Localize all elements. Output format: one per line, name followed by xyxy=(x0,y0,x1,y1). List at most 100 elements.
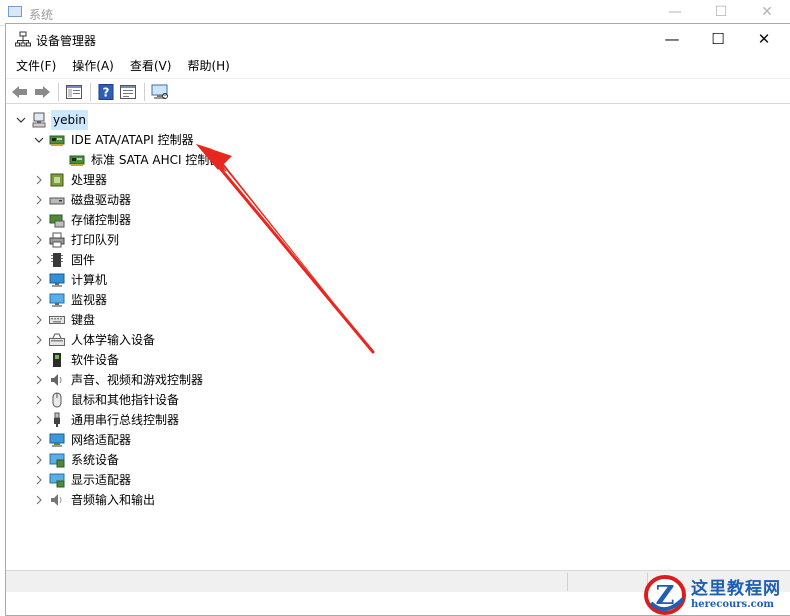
scan-hardware-button[interactable] xyxy=(150,82,170,102)
tree-category[interactable]: 系统设备 xyxy=(33,450,121,470)
firmware-icon xyxy=(49,252,65,268)
toolbar-separator xyxy=(144,83,145,101)
chevron-right-icon xyxy=(36,395,42,405)
back-button[interactable] xyxy=(10,82,30,102)
tree-category[interactable]: 显示适配器 xyxy=(33,470,133,490)
tree-item-label: 显示适配器 xyxy=(71,473,132,487)
tree-expander[interactable] xyxy=(33,230,45,250)
tree-category[interactable]: 通用串行总线控制器 xyxy=(33,410,181,430)
device-manager-app-icon xyxy=(15,31,31,47)
tree-expander[interactable] xyxy=(33,270,45,290)
keyboard-icon xyxy=(49,312,65,328)
tree-category[interactable]: 鼠标和其他指针设备 xyxy=(33,390,181,410)
chevron-right-icon xyxy=(36,475,42,485)
tree-expander[interactable] xyxy=(33,430,45,450)
tree-category[interactable]: 处理器 xyxy=(33,170,109,190)
tree-category[interactable]: 打印队列 xyxy=(33,230,121,250)
chevron-right-icon xyxy=(36,215,42,225)
toolbar-separator xyxy=(90,83,91,101)
tree-category[interactable]: IDE ATA/ATAPI 控制器 xyxy=(33,130,196,150)
chevron-right-icon xyxy=(36,295,42,305)
tree-expander[interactable] xyxy=(33,350,45,370)
background-minimize-button[interactable]: — xyxy=(652,2,698,22)
tree-category[interactable]: 软件设备 xyxy=(33,350,121,370)
tree-item-label: 声音、视频和游戏控制器 xyxy=(71,373,204,387)
maximize-button[interactable]: ☐ xyxy=(695,24,741,54)
tree-root-computer[interactable]: yebin xyxy=(15,110,89,130)
device-tree[interactable]: yebin IDE ATA/ATAPI 控制器 标准 SATA AHCI 控制器处理… xyxy=(7,106,788,569)
tree-item-label: 系统设备 xyxy=(71,453,120,467)
tree-item-label: 鼠标和其他指针设备 xyxy=(71,393,180,407)
tree-expander[interactable] xyxy=(33,210,45,230)
tree-expander[interactable] xyxy=(15,110,27,130)
watermark-text-en: herecours.com xyxy=(691,598,775,610)
tree-category[interactable]: 声音、视频和游戏控制器 xyxy=(33,370,205,390)
minimize-button[interactable]: — xyxy=(649,24,695,54)
ide-controller-icon xyxy=(49,132,65,148)
show-hide-console-tree-button[interactable] xyxy=(64,82,84,102)
properties-icon xyxy=(120,85,136,99)
tree-category[interactable]: 人体学输入设备 xyxy=(33,330,157,350)
properties-button[interactable] xyxy=(118,82,138,102)
forward-arrow-icon xyxy=(35,86,50,98)
forward-button[interactable] xyxy=(32,82,52,102)
help-button[interactable]: ? xyxy=(96,82,116,102)
monitor-icon xyxy=(151,84,168,99)
tree-item-label: 人体学输入设备 xyxy=(71,333,156,347)
tree-expander[interactable] xyxy=(33,290,45,310)
tree-item-label: 存储控制器 xyxy=(71,213,132,227)
processor-icon xyxy=(49,172,65,188)
menu-view[interactable]: 查看(V) xyxy=(124,55,178,77)
tree-expander[interactable] xyxy=(33,250,45,270)
tree-category[interactable]: 键盘 xyxy=(33,310,97,330)
tree-expander[interactable] xyxy=(33,470,45,490)
usb-icon xyxy=(49,412,65,428)
menu-help[interactable]: 帮助(H) xyxy=(181,55,235,77)
chevron-right-icon xyxy=(36,335,42,345)
background-maximize-button[interactable]: ☐ xyxy=(698,2,744,22)
computer-icon xyxy=(31,112,47,128)
tree-device[interactable]: 标准 SATA AHCI 控制器 xyxy=(53,150,223,170)
tree-item-label: 通用串行总线控制器 xyxy=(71,413,180,427)
close-button[interactable]: ✕ xyxy=(741,24,787,54)
background-window-title: 系统 xyxy=(29,8,54,22)
tree-expander[interactable] xyxy=(33,490,45,510)
title-bar[interactable]: 设备管理器 — ☐ ✕ xyxy=(6,24,790,54)
background-close-button[interactable]: ✕ xyxy=(744,2,790,22)
menu-bar: 文件(F) 操作(A) 查看(V) 帮助(H) xyxy=(6,55,790,77)
tree-item-label: 处理器 xyxy=(71,173,108,187)
tree-item-label: 网络适配器 xyxy=(71,433,132,447)
status-cell xyxy=(6,573,568,591)
tree-expander[interactable] xyxy=(33,190,45,210)
chevron-right-icon xyxy=(36,495,42,505)
tree-expander[interactable] xyxy=(33,330,45,350)
software-device-icon xyxy=(49,352,65,368)
chevron-right-icon xyxy=(36,315,42,325)
chevron-down-icon xyxy=(16,117,26,123)
tree-expander[interactable] xyxy=(33,450,45,470)
tree-expander[interactable] xyxy=(33,390,45,410)
tree-expander[interactable] xyxy=(33,310,45,330)
tree-expander[interactable] xyxy=(33,370,45,390)
menu-action[interactable]: 操作(A) xyxy=(66,55,120,77)
tree-expander[interactable] xyxy=(33,170,45,190)
storage-controller-icon xyxy=(49,212,65,228)
tree-category[interactable]: 磁盘驱动器 xyxy=(33,190,133,210)
chevron-right-icon xyxy=(36,255,42,265)
tree-category[interactable]: 固件 xyxy=(33,250,97,270)
chevron-right-icon xyxy=(36,355,42,365)
mouse-icon xyxy=(49,392,65,408)
tree-category[interactable]: 音频输入和输出 xyxy=(33,490,157,510)
tree-expander[interactable] xyxy=(33,130,45,150)
tree-category[interactable]: 存储控制器 xyxy=(33,210,133,230)
back-arrow-icon xyxy=(12,86,27,98)
tree-category[interactable]: 计算机 xyxy=(33,270,109,290)
tree-item-label: 计算机 xyxy=(71,273,108,287)
tree-expander[interactable] xyxy=(33,410,45,430)
tree-category[interactable]: 监视器 xyxy=(33,290,109,310)
tree-item-label: 监视器 xyxy=(71,293,108,307)
system-window-icon xyxy=(8,6,22,17)
menu-file[interactable]: 文件(F) xyxy=(10,55,62,77)
tree-category[interactable]: 网络适配器 xyxy=(33,430,133,450)
chevron-right-icon xyxy=(36,415,42,425)
